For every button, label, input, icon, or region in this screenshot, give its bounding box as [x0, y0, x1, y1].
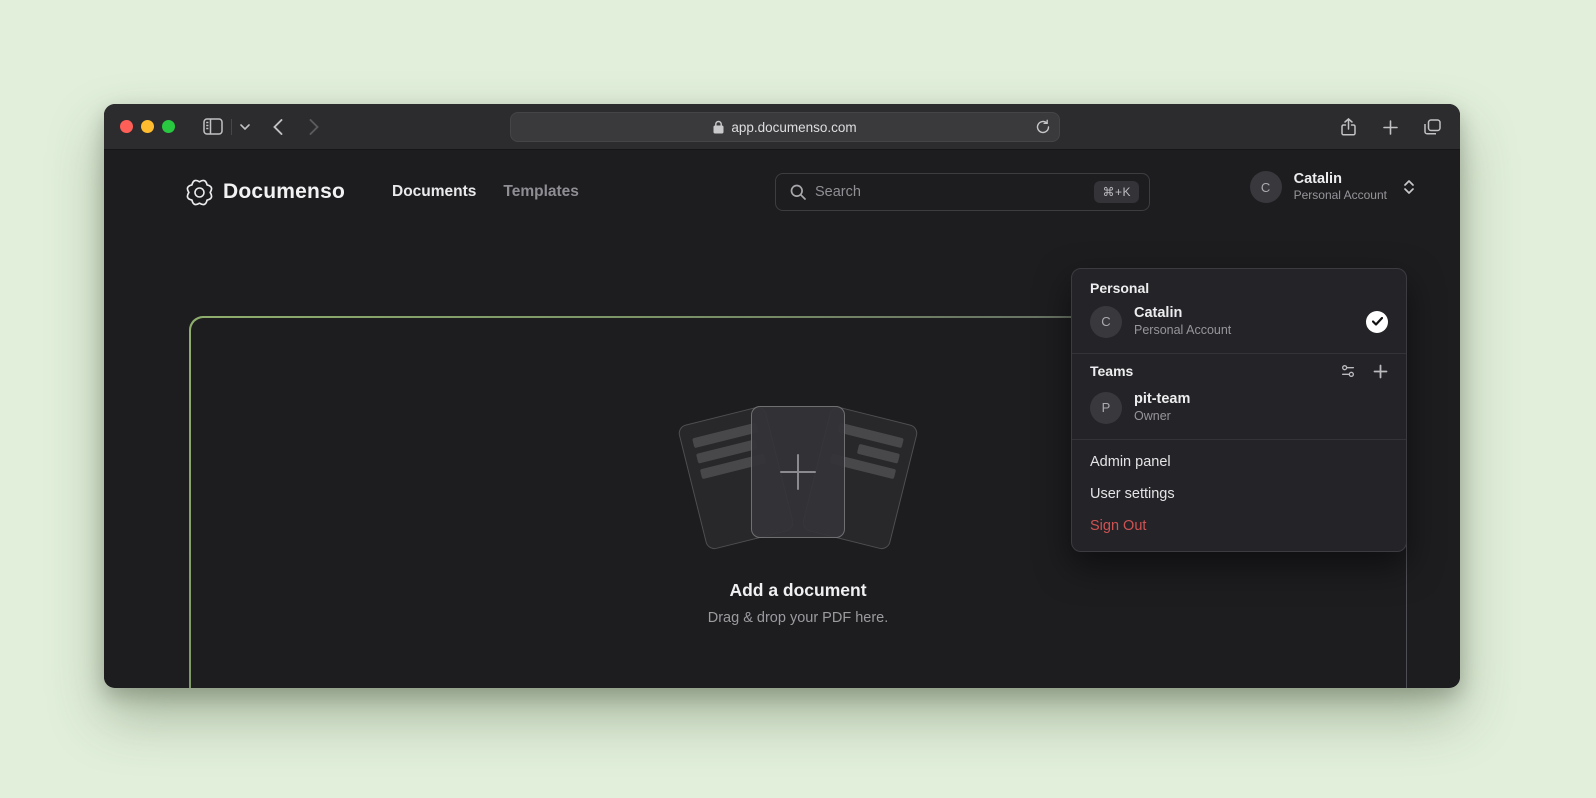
minimize-window-button[interactable]	[141, 120, 154, 133]
sidebar-toggle-icon[interactable]	[199, 113, 227, 141]
brand-name: Documenso	[223, 180, 345, 204]
teams-section-header: Teams	[1072, 354, 1406, 382]
dropzone-title: Add a document	[729, 580, 866, 601]
create-team-icon[interactable]	[1373, 364, 1388, 379]
search-bar[interactable]: ⌘+K	[775, 173, 1150, 211]
browser-toolbar: app.documenso.com	[104, 104, 1460, 150]
toolbar-divider	[231, 119, 232, 135]
search-icon	[790, 184, 806, 200]
main-nav: Documents Templates	[392, 183, 579, 201]
text-line-bar	[837, 422, 903, 448]
menu-item-admin-panel[interactable]: Admin panel	[1072, 446, 1406, 478]
share-icon[interactable]	[1334, 113, 1362, 141]
personal-account-item[interactable]: C Catalin Personal Account	[1072, 296, 1406, 347]
plus-icon	[777, 451, 819, 493]
sidebar-chevron-down-icon[interactable]	[236, 113, 254, 141]
app-content: Documenso Documents Templates ⌘+K C Cata…	[104, 150, 1460, 687]
lock-icon	[713, 120, 724, 134]
selected-check-icon	[1366, 311, 1388, 333]
avatar: P	[1090, 392, 1122, 424]
account-name: Catalin	[1134, 305, 1231, 322]
back-button-icon[interactable]	[264, 113, 292, 141]
search-input[interactable]	[815, 184, 1085, 200]
team-role: Owner	[1134, 408, 1190, 424]
manage-teams-icon[interactable]	[1340, 363, 1356, 379]
forward-button-icon[interactable]	[300, 113, 328, 141]
avatar: C	[1250, 171, 1282, 203]
documenso-logo-icon	[186, 179, 213, 206]
account-menu-trigger[interactable]: C Catalin Personal Account	[1250, 171, 1415, 203]
brand[interactable]: Documenso	[186, 179, 345, 206]
document-stack-illustration	[673, 402, 923, 554]
zoom-window-button[interactable]	[162, 120, 175, 133]
account-dropdown-menu: Personal C Catalin Personal Account Team…	[1071, 268, 1407, 552]
tab-overview-icon[interactable]	[1418, 113, 1446, 141]
teams-section: Teams P pit-team Owner	[1072, 354, 1406, 439]
menu-item-user-settings[interactable]: User settings	[1072, 478, 1406, 510]
app-header: Documenso Documents Templates ⌘+K C Cata…	[104, 150, 1460, 234]
team-name: pit-team	[1134, 391, 1190, 408]
address-bar[interactable]: app.documenso.com	[510, 112, 1060, 142]
personal-section-label: Personal	[1072, 280, 1406, 296]
document-card-center	[751, 406, 845, 538]
account-type: Personal Account	[1294, 188, 1387, 203]
teams-section-label: Teams	[1090, 363, 1323, 379]
nav-item-templates[interactable]: Templates	[503, 183, 579, 201]
personal-section: Personal C Catalin Personal Account	[1072, 269, 1406, 353]
search-shortcut-badge: ⌘+K	[1094, 181, 1139, 203]
menu-actions: Admin panel User settings Sign Out	[1072, 440, 1406, 551]
nav-item-documents[interactable]: Documents	[392, 183, 476, 201]
menu-item-sign-out[interactable]: Sign Out	[1072, 510, 1406, 542]
address-bar-url: app.documenso.com	[731, 120, 856, 135]
browser-window: app.documenso.com	[104, 104, 1460, 688]
close-window-button[interactable]	[120, 120, 133, 133]
dropzone-subtitle: Drag & drop your PDF here.	[708, 610, 889, 626]
account-name: Catalin	[1294, 171, 1387, 188]
avatar: C	[1090, 306, 1122, 338]
reload-icon[interactable]	[1036, 120, 1050, 135]
new-tab-icon[interactable]	[1376, 113, 1404, 141]
team-item[interactable]: P pit-team Owner	[1072, 382, 1406, 433]
toolbar-right-controls	[1334, 104, 1446, 150]
account-type: Personal Account	[1134, 322, 1231, 338]
chevrons-up-down-icon	[1403, 179, 1415, 195]
window-controls	[120, 120, 175, 133]
